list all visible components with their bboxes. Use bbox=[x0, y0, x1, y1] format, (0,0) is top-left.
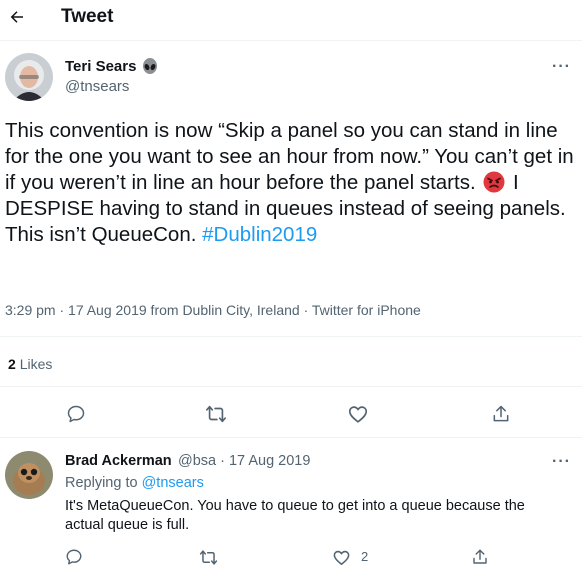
arrow-left-icon bbox=[10, 11, 23, 23]
reply-like-count: 2 bbox=[361, 549, 369, 564]
share-button[interactable] bbox=[489, 402, 513, 426]
like-button[interactable] bbox=[346, 402, 370, 426]
retweet-icon bbox=[199, 549, 217, 565]
likes-number: 2 bbox=[8, 356, 16, 372]
reply-icon bbox=[66, 549, 82, 565]
reply-author-avatar[interactable] bbox=[5, 451, 53, 499]
page-title: Tweet bbox=[61, 6, 114, 27]
author-avatar[interactable] bbox=[5, 53, 53, 101]
tweet-more-button[interactable]: ··· bbox=[552, 58, 571, 76]
share-icon bbox=[473, 549, 487, 564]
tweet-text: This convention is now “Skip a panel so … bbox=[5, 118, 577, 248]
share-icon bbox=[493, 405, 509, 422]
meta-divider bbox=[0, 336, 582, 337]
retweet-button[interactable] bbox=[204, 402, 228, 426]
reply-icon bbox=[67, 405, 85, 423]
top-bar: Tweet bbox=[0, 0, 582, 34]
tweet-metadata: 3:29 pm · 17 Aug 2019 from Dublin City, … bbox=[5, 302, 421, 318]
likes-label: Likes bbox=[19, 356, 53, 372]
actions-divider bbox=[0, 437, 582, 438]
reply-reply-button[interactable] bbox=[64, 547, 84, 567]
header-divider bbox=[0, 40, 582, 41]
likes-count[interactable]: 2 Likes bbox=[8, 356, 52, 372]
reply-text: It's MetaQueueCon. You have to queue to … bbox=[65, 498, 525, 533]
author-handle[interactable]: @tnsears bbox=[65, 78, 129, 95]
replying-to: Replying to @tnsears bbox=[65, 475, 204, 491]
author-name[interactable]: Teri Sears bbox=[65, 58, 136, 75]
hashtag-link[interactable]: #Dublin2019 bbox=[202, 223, 317, 246]
reply-more-button[interactable]: ··· bbox=[552, 453, 571, 471]
reply-retweet-button[interactable] bbox=[198, 547, 218, 567]
replying-handle-link[interactable]: @tnsears bbox=[142, 475, 204, 491]
replying-label: Replying to bbox=[65, 475, 138, 491]
reply-author-name[interactable]: Brad Ackerman bbox=[65, 453, 172, 469]
back-button[interactable] bbox=[6, 6, 28, 28]
reply-share-button[interactable] bbox=[470, 547, 490, 567]
reply-handle-date[interactable]: @bsa · 17 Aug 2019 bbox=[178, 453, 310, 469]
likes-divider bbox=[0, 386, 582, 387]
reply-like-button[interactable] bbox=[331, 547, 351, 567]
reply-button[interactable] bbox=[64, 402, 88, 426]
heart-icon bbox=[348, 406, 368, 423]
angry-face-emoji bbox=[483, 171, 505, 193]
retweet-icon bbox=[206, 405, 226, 423]
alien-icon bbox=[142, 58, 158, 81]
heart-icon bbox=[333, 550, 349, 565]
